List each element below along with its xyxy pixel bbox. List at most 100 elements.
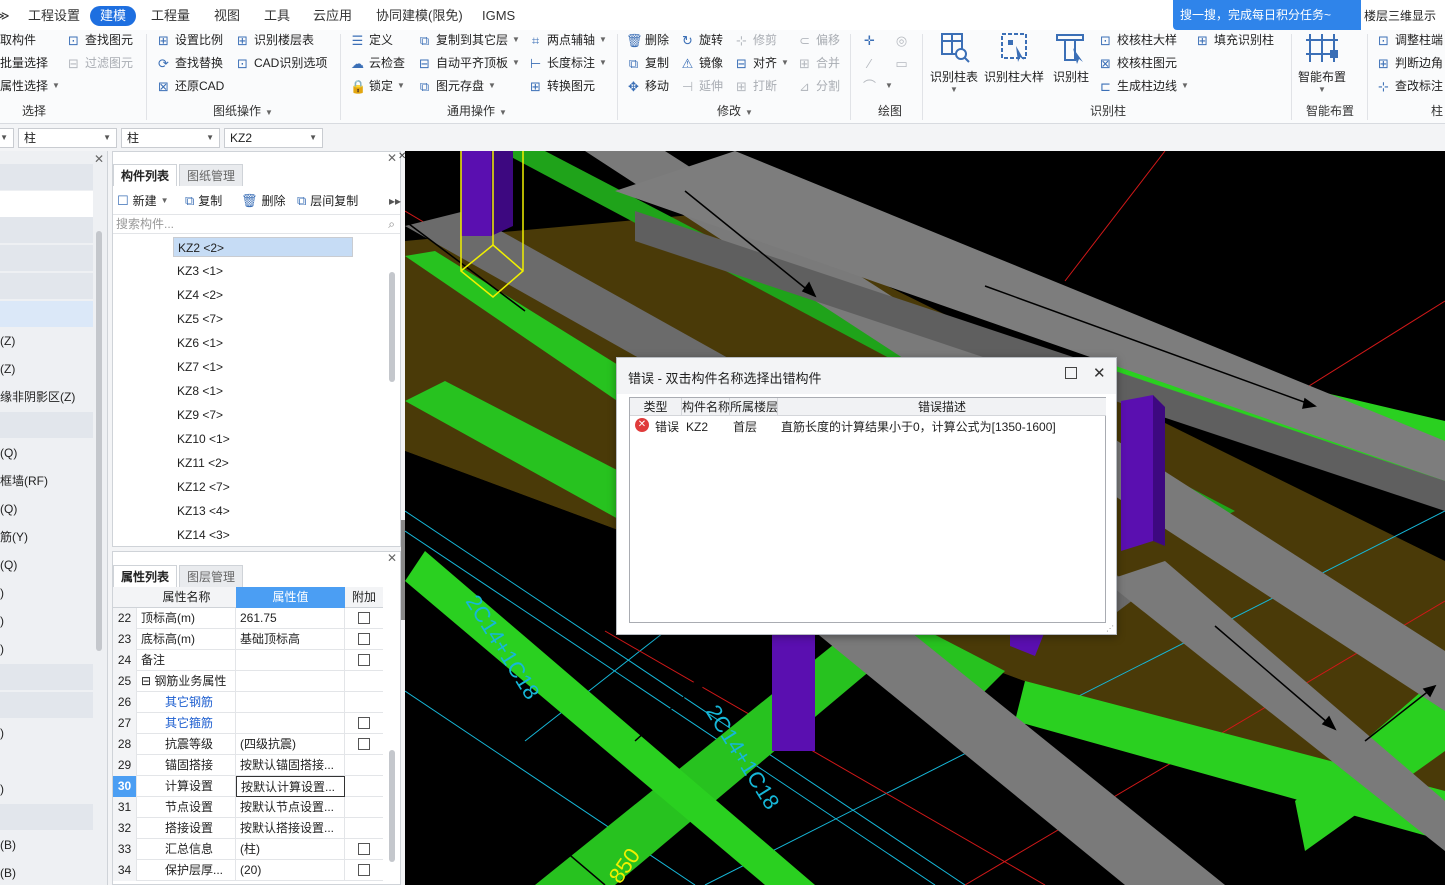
property-value[interactable] (236, 671, 345, 692)
tree-item[interactable]: 框墙(RF) (0, 468, 93, 494)
tree-item[interactable]: 缘非阴影区(Z) (0, 384, 93, 410)
judge-corner-button[interactable]: ⊞ 判断边角 (1376, 53, 1443, 73)
draw-arc-button[interactable]: ⌒ ▼ (862, 76, 893, 96)
component-list-item[interactable]: KZ2 <2> (173, 237, 353, 257)
rotate-button[interactable]: ↻ 旋转 (680, 30, 723, 50)
filter-element-button[interactable]: ⊟ 过滤图元 (66, 53, 133, 73)
component-list-item[interactable]: KZ5 <7> (173, 309, 353, 329)
property-value[interactable]: (四级抗震) (236, 734, 345, 755)
fill-recognize-column-button[interactable]: ⊞ 填充识别柱 (1195, 30, 1274, 50)
tree-item[interactable]: ) (0, 776, 93, 802)
property-value[interactable] (236, 713, 345, 734)
tree-item[interactable]: (B) (0, 832, 93, 858)
restore-cad-button[interactable]: ⊠ 还原CAD (156, 76, 224, 96)
property-value[interactable]: 基础顶标高 (236, 629, 345, 650)
collapse-icon[interactable]: ⊟ (141, 674, 154, 688)
tab-layer-manage[interactable]: 图层管理 (179, 565, 244, 587)
tree-item[interactable]: (Q) (0, 440, 93, 466)
tab-component-list[interactable]: 构件列表 (113, 164, 178, 186)
close-icon[interactable]: ✕ (94, 152, 104, 166)
col-header-type[interactable]: 类型 (630, 398, 682, 416)
menu-cloud[interactable]: 云应用 (313, 0, 352, 30)
property-row[interactable]: 27 其它箍筋 (113, 713, 383, 734)
tree-item[interactable]: (Q) (0, 552, 93, 578)
mirror-button[interactable]: ⚠ 镜像 (680, 53, 723, 73)
tree-item[interactable]: ) (0, 580, 93, 606)
adjust-column-end-button[interactable]: ⊡ 调整柱端 (1376, 30, 1443, 50)
property-row[interactable]: 29 锚固搭接 按默认锚固搭接... (113, 755, 383, 776)
col-header-desc[interactable]: 错误描述 (778, 398, 1106, 416)
property-value[interactable]: 261.75 (236, 608, 345, 629)
recognize-column-table-button[interactable]: 识别柱表 ▼ (926, 30, 982, 94)
more-icon[interactable]: ▸▸ (389, 191, 401, 211)
edit-annotation-button[interactable]: ⊹ 查改标注 (1376, 76, 1443, 96)
category-select[interactable]: 柱 ▼ (18, 128, 117, 148)
cloud-check-button[interactable]: ☁ 云检查 (350, 53, 405, 73)
element-save-button[interactable]: ⧉ 图元存盘 ▼ (417, 76, 496, 96)
property-value[interactable] (236, 650, 345, 671)
component-list-item[interactable]: KZ13 <4> (173, 501, 353, 521)
property-row[interactable]: 25 ⊟ 钢筋业务属性 (113, 671, 383, 692)
convert-element-button[interactable]: ⊞ 转换图元 (528, 76, 595, 96)
new-component-button[interactable]: ☐ 新建 ▼ (117, 191, 169, 211)
tree-header[interactable] (0, 664, 93, 690)
property-row[interactable]: 33 汇总信息 (柱) (113, 839, 383, 860)
close-icon[interactable]: ✕ (387, 552, 397, 565)
floor-3d-display[interactable]: 楼层三维显示图 (1361, 0, 1445, 55)
menu-igms[interactable]: IGMS (482, 0, 515, 30)
generate-column-edge-button[interactable]: ⊏ 生成柱边线 ▼ (1098, 76, 1189, 96)
tree-item[interactable]: (Q) (0, 496, 93, 522)
auto-align-slab-button[interactable]: ⊟ 自动平齐顶板 ▼ (417, 53, 520, 73)
component-list-item[interactable]: KZ12 <7> (173, 477, 353, 497)
tree-header[interactable] (0, 164, 93, 190)
offset-button[interactable]: ⊂ 偏移 (797, 30, 840, 50)
copy-between-floors-button[interactable]: ⧉ 层间复制 (297, 191, 358, 211)
property-select-button[interactable]: 属性选择 ▼ (0, 76, 60, 96)
close-icon[interactable]: ✕ (387, 151, 397, 165)
move-button[interactable]: ✥ 移动 (626, 76, 669, 96)
tree-item[interactable]: ) (0, 636, 93, 662)
draw-point-button[interactable]: ✛ (862, 30, 881, 50)
component-list-item[interactable]: KZ4 <2> (173, 285, 353, 305)
lock-button[interactable]: 🔒 锁定 ▼ (350, 76, 405, 96)
menu-project-settings[interactable]: 工程设置 (28, 0, 80, 30)
extra-checkbox[interactable] (358, 612, 370, 624)
recognize-floor-table-button[interactable]: ⊞ 识别楼层表 (235, 30, 314, 50)
menu-collab[interactable]: 协同建模(限免) (376, 0, 463, 30)
error-row[interactable]: ✕ 错误 KZ2 首层 直筋长度的计算结果小于0，计算公式为[1350-1600… (630, 417, 1105, 437)
property-value[interactable]: (柱) (236, 839, 345, 860)
copy-to-other-floor-button[interactable]: ⧉ 复制到其它层 ▼ (417, 30, 520, 50)
recognize-column-button[interactable]: 识别柱 (1049, 30, 1093, 85)
tree-header[interactable] (0, 412, 93, 438)
property-row[interactable]: 34 保护层厚... (20) (113, 860, 383, 881)
tree-header[interactable] (0, 804, 93, 830)
pick-component-button[interactable]: 取构件 (0, 30, 36, 50)
tree-item[interactable]: ) (0, 720, 93, 746)
length-dimension-button[interactable]: ⊢ 长度标注 ▼ (528, 53, 607, 73)
property-value[interactable] (236, 692, 345, 713)
property-row[interactable]: 28 抗震等级 (四级抗震) (113, 734, 383, 755)
align-button[interactable]: ⊟ 对齐 ▼ (734, 53, 789, 73)
draw-rotate-point-button[interactable]: ◎ (894, 30, 913, 50)
batch-select-button[interactable]: 批量选择 (0, 53, 48, 73)
split-button[interactable]: ⊿ 分割 (797, 76, 840, 96)
extra-checkbox[interactable] (358, 654, 370, 666)
component-list-item[interactable]: KZ7 <1> (173, 357, 353, 377)
tree-item[interactable]: (Z) (0, 328, 93, 354)
floor-select[interactable]: ▼ (0, 128, 14, 148)
type-select[interactable]: 柱 ▼ (121, 128, 220, 148)
trim-button[interactable]: ⊹ 修剪 (734, 30, 777, 50)
property-value[interactable]: 按默认计算设置... (236, 776, 345, 797)
find-replace-button[interactable]: ⟳ 查找替换 (156, 53, 223, 73)
component-select[interactable]: KZ2 ▼ (224, 128, 323, 148)
property-value[interactable]: (20) (236, 860, 345, 881)
delete-component-button[interactable]: 🗑 删除 (241, 191, 286, 211)
two-point-axis-button[interactable]: ⌗ 两点辅轴 ▼ (528, 30, 607, 50)
property-row[interactable]: 32 搭接设置 按默认搭接设置... (113, 818, 383, 839)
tree-header[interactable] (0, 692, 93, 718)
error-component-name[interactable]: KZ2 (686, 418, 708, 436)
delete-button[interactable]: 🗑 删除 (626, 30, 669, 50)
left-panel-scrollbar[interactable] (96, 231, 102, 651)
copy-button[interactable]: ⧉ 复制 (626, 53, 669, 73)
extra-checkbox[interactable] (358, 717, 370, 729)
